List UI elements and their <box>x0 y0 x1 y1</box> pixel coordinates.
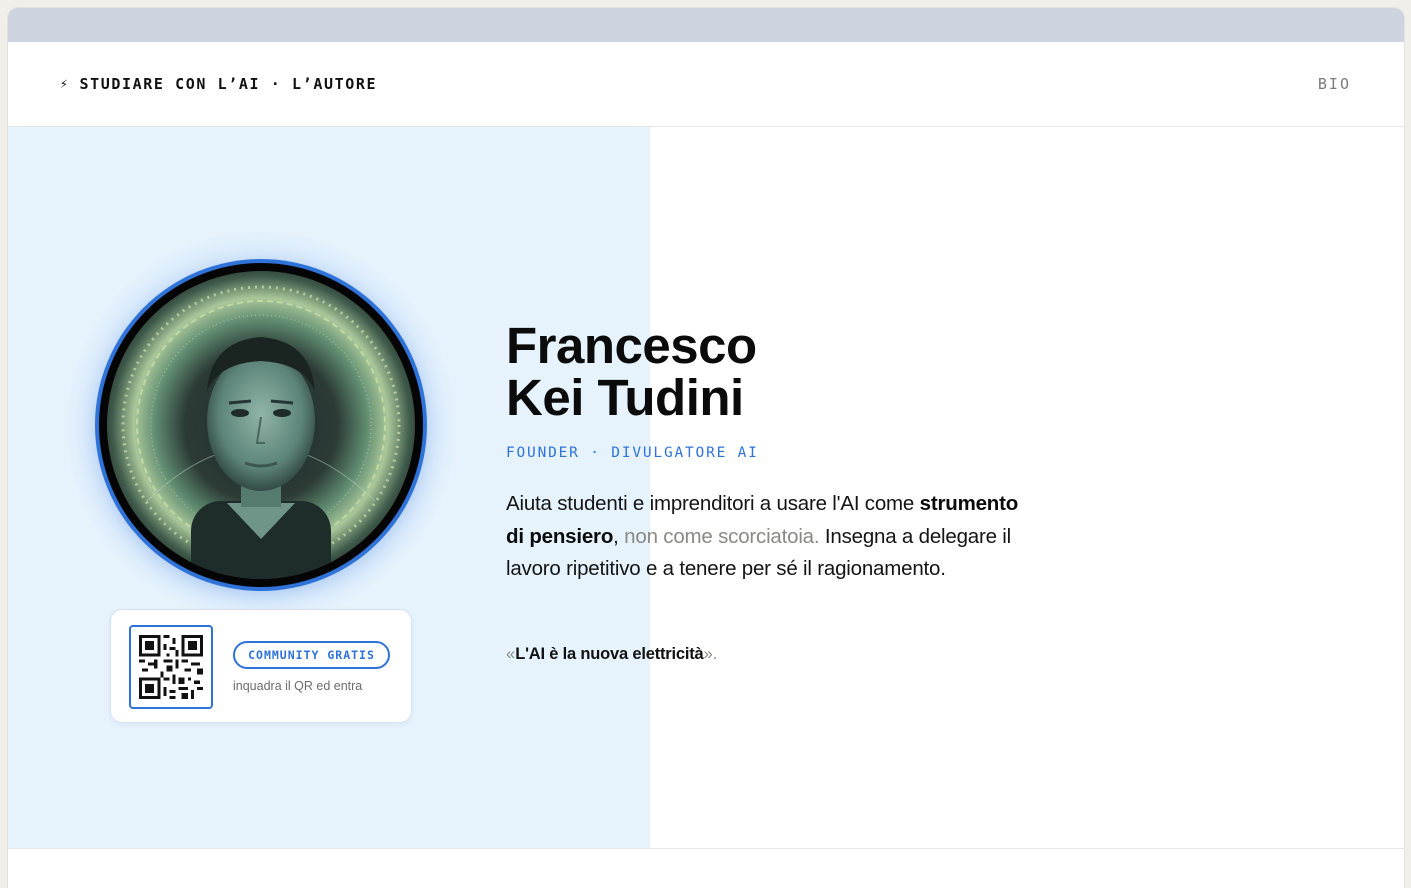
lightning-bolt-icon: ⚡ <box>60 76 70 92</box>
author-name: Francesco Kei Tudini <box>506 320 757 424</box>
qr-hint-text: inquadra il QR ed entra <box>233 679 363 693</box>
quote-close-mark: ». <box>703 645 718 663</box>
author-name-line2: Kei Tudini <box>506 369 744 426</box>
bio-muted-text: non come scorciatoia. <box>618 524 820 548</box>
qr-code-icon[interactable] <box>129 625 213 709</box>
community-gratis-button[interactable]: COMMUNITY GRATIS <box>233 641 390 669</box>
community-qr-card[interactable]: COMMUNITY GRATIS inquadra il QR ed entra <box>110 609 412 723</box>
window-chrome-bar <box>8 8 1404 42</box>
brand-title: STUDIARE CON L’AI · L’AUTORE <box>79 75 378 93</box>
author-name-line1: Francesco <box>506 317 757 374</box>
section-divider <box>8 848 1404 849</box>
author-portrait-photo <box>107 271 415 579</box>
author-hero: COMMUNITY GRATIS inquadra il QR ed entra… <box>8 127 1404 848</box>
author-bio: Aiuta studenti e imprenditori a usare l'… <box>506 488 1036 586</box>
bio-text-1: Aiuta studenti e imprenditori a usare l'… <box>506 492 920 515</box>
browser-window: ⚡ STUDIARE CON L’AI · L’AUTORE BIO COMMU… <box>8 8 1404 888</box>
author-role: FOUNDER · DIVULGATORE AI <box>506 445 759 461</box>
quote-text: L'AI è la nuova elettricità <box>515 645 704 663</box>
site-header: ⚡ STUDIARE CON L’AI · L’AUTORE BIO <box>8 42 1404 127</box>
author-quote: «L'AI è la nuova elettricità». <box>506 645 717 664</box>
avatar <box>95 259 427 591</box>
brand-link[interactable]: ⚡ STUDIARE CON L’AI · L’AUTORE <box>60 75 377 93</box>
nav-link-bio[interactable]: BIO <box>1318 75 1351 93</box>
quote-open-mark: « <box>506 645 516 663</box>
